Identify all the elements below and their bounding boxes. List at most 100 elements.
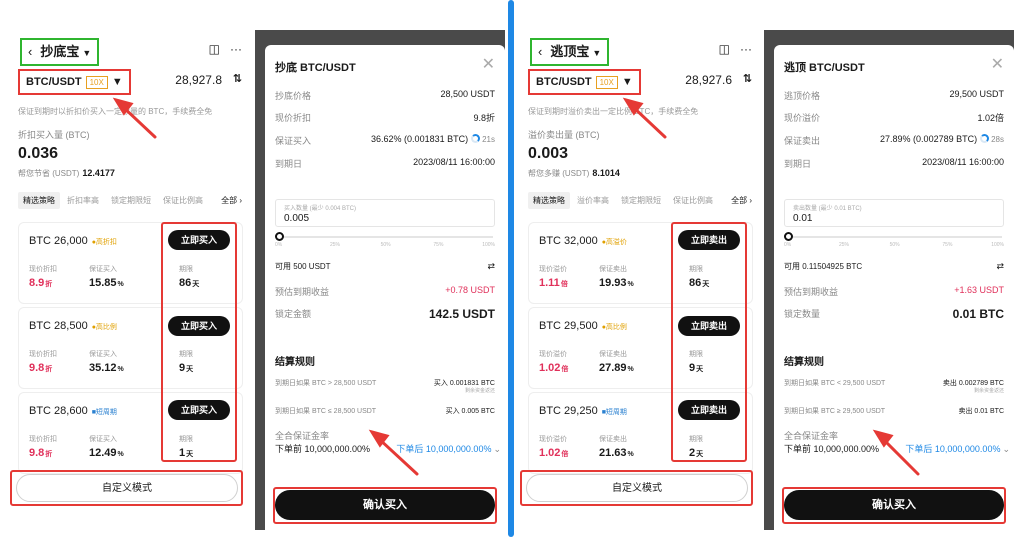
pair-selector[interactable]: BTC/USDT 10X ▼: [528, 69, 641, 95]
buy-now-button[interactable]: 立即买入: [168, 230, 230, 250]
more-icon[interactable]: ···: [230, 42, 242, 56]
quantity-input[interactable]: 卖出数量 (最少 0.01 BTC) 0.01: [784, 199, 1004, 227]
quantity-slider[interactable]: [275, 232, 493, 241]
slider-ticks: 0% 25% 50% 75% 100%: [275, 242, 495, 250]
tick-label: 50%: [380, 242, 391, 248]
swap-icon[interactable]: ⇄: [487, 261, 495, 272]
back-title-button[interactable]: ‹ 逃顶宝 ▼: [530, 38, 610, 66]
margin-rate-row[interactable]: 下单前 10,000,000.00% 下单后 10,000,000.00% ⌄: [784, 442, 1010, 455]
amount-value: 0.036: [18, 145, 59, 162]
tick-label: 75%: [942, 242, 953, 248]
buy-now-button[interactable]: 立即买入: [168, 316, 230, 336]
locked-row: 锁定数量 0.01 BTC: [784, 307, 1004, 321]
margin-rate-label: 全合保证金率: [275, 431, 330, 441]
chevron-down-icon: ▼: [621, 76, 633, 88]
card-title: BTC 26,000 ●高折扣: [29, 235, 117, 247]
tab-premium[interactable]: 溢价率高: [572, 192, 614, 209]
quantity-slider[interactable]: [784, 232, 1002, 241]
countdown: 28s: [991, 135, 1004, 144]
tick-label: 50%: [889, 242, 900, 248]
custom-mode-button[interactable]: 自定义模式: [526, 474, 748, 502]
tab-short-lock[interactable]: 锁定期限短: [106, 192, 156, 209]
card-title: BTC 29,500 ●高比例: [539, 320, 627, 332]
pair-selector[interactable]: BTC/USDT 10X ▼: [18, 69, 131, 95]
buy-now-button[interactable]: 立即买入: [168, 400, 230, 420]
buy-low-list-panel: ‹ 抄底宝 ▼ ◫ ··· BTC/USDT 10X ▼ 28,927.8 ⇅ 保证到期时…: [8, 30, 248, 530]
card-title: BTC 28,500 ●高比例: [29, 320, 117, 332]
guarantee-value: 15.85%: [89, 277, 124, 289]
close-icon[interactable]: ✕: [991, 54, 1004, 74]
tab-featured[interactable]: 精选策略: [18, 192, 60, 209]
rate-after: 下单后 10,000,000.00%: [905, 444, 1001, 454]
quantity-input[interactable]: 买入数量 (最少 0.004 BTC) 0.005: [275, 199, 495, 227]
back-icon[interactable]: ‹: [538, 40, 542, 64]
tick-label: 100%: [482, 242, 495, 248]
expected-row: 预估到期收益 +0.78 USDT: [275, 285, 495, 297]
margin-rate-label: 全合保证金率: [784, 431, 839, 441]
settlement-title: 结算规则: [784, 357, 824, 368]
stat-label: 现价折扣: [29, 351, 57, 358]
filter-tabs: 精选策略 溢价率高 锁定期限短 保证比例高 全部 ›: [528, 192, 752, 212]
leverage-badge: 10X: [85, 76, 108, 89]
slider-knob[interactable]: [784, 232, 793, 241]
current-price: 28,927.6: [685, 73, 732, 87]
stat-label: 保证卖出: [599, 436, 627, 443]
badge: ●高溢价: [601, 239, 627, 246]
tab-guarantee[interactable]: 保证比例高: [158, 192, 208, 209]
settlement-title: 结算规则: [275, 357, 315, 368]
savings-value: 12.4177: [82, 168, 115, 178]
more-icon[interactable]: ···: [740, 42, 752, 56]
back-icon[interactable]: ‹: [28, 40, 32, 64]
tab-discount[interactable]: 折扣率高: [62, 192, 104, 209]
quantity-value: 0.01: [793, 213, 813, 224]
discount-value: 8.9折: [29, 277, 53, 289]
stat-label: 现价溢价: [539, 351, 567, 358]
book-icon[interactable]: ◫: [719, 42, 730, 56]
info-row: 到期日 2023/08/11 16:00:00: [275, 157, 495, 169]
custom-mode-button[interactable]: 自定义模式: [16, 474, 238, 502]
sell-now-button[interactable]: 立即卖出: [678, 400, 740, 420]
swap-icon[interactable]: ⇄: [996, 261, 1004, 272]
badge: ■短周期: [601, 409, 627, 416]
action-highlight: [671, 222, 747, 462]
tick-label: 25%: [330, 242, 341, 248]
tab-featured[interactable]: 精选策略: [528, 192, 570, 209]
chart-toggle-icon[interactable]: ⇅: [743, 72, 752, 85]
back-title-button[interactable]: ‹ 抄底宝 ▼: [20, 38, 100, 66]
amount-label: 折扣买入量 (BTC): [18, 130, 90, 140]
info-row: 逃顶价格 29,500 USDT: [784, 89, 1004, 101]
info-row: 保证卖出 27.89% (0.002789 BTC) 28s: [784, 134, 1004, 146]
sell-now-button[interactable]: 立即卖出: [678, 316, 740, 336]
confirm-buy-button[interactable]: 确认买入: [784, 490, 1004, 520]
buy-low-sheet: 抄底 BTC/USDT ✕ 抄底价格 28,500 USDT 现价折扣 9.8折 保…: [265, 45, 505, 530]
action-highlight: [161, 222, 237, 462]
premium-value: 1.02倍: [539, 447, 569, 459]
tick-label: 0%: [784, 242, 792, 248]
sell-high-list-panel: ‹ 逃顶宝 ▼ ◫ ··· BTC/USDT 10X ▼ 28,927.6 ⇅ 保证到期时…: [518, 30, 758, 530]
badge: ■短周期: [91, 409, 117, 416]
quantity-value: 0.005: [284, 213, 310, 224]
chart-toggle-icon[interactable]: ⇅: [233, 72, 242, 85]
locked-row: 锁定金额 142.5 USDT: [275, 307, 495, 321]
close-icon[interactable]: ✕: [482, 54, 495, 74]
rate-after: 下单后 10,000,000.00%: [396, 444, 492, 454]
confirm-buy-button[interactable]: 确认买入: [275, 490, 495, 520]
sell-now-button[interactable]: 立即卖出: [678, 230, 740, 250]
guarantee-value: 21.63%: [599, 447, 634, 459]
chevron-down-icon: ⌄: [1002, 444, 1010, 454]
tab-guarantee[interactable]: 保证比例高: [668, 192, 718, 209]
amount-value: 0.003: [528, 145, 569, 162]
margin-rate-row[interactable]: 下单前 10,000,000.00% 下单后 10,000,000.00% ⌄: [275, 442, 501, 455]
page-title: 逃顶宝: [550, 44, 590, 59]
slider-knob[interactable]: [275, 232, 284, 241]
tab-short-lock[interactable]: 锁定期限短: [616, 192, 666, 209]
buy-low-dialog-backdrop: 抄底 BTC/USDT ✕ 抄底价格 28,500 USDT 现价折扣 9.8折 保…: [255, 30, 505, 530]
tab-all[interactable]: 全部 ›: [217, 195, 242, 206]
book-icon[interactable]: ◫: [209, 42, 220, 56]
discount-value: 9.8折: [29, 447, 53, 459]
rate-before: 下单前 10,000,000.00%: [275, 444, 371, 454]
info-row: 现价溢价 1.02倍: [784, 113, 1004, 123]
tab-all[interactable]: 全部 ›: [727, 195, 752, 206]
guarantee-value: 27.89%: [599, 362, 634, 374]
stat-label: 现价折扣: [29, 266, 57, 273]
